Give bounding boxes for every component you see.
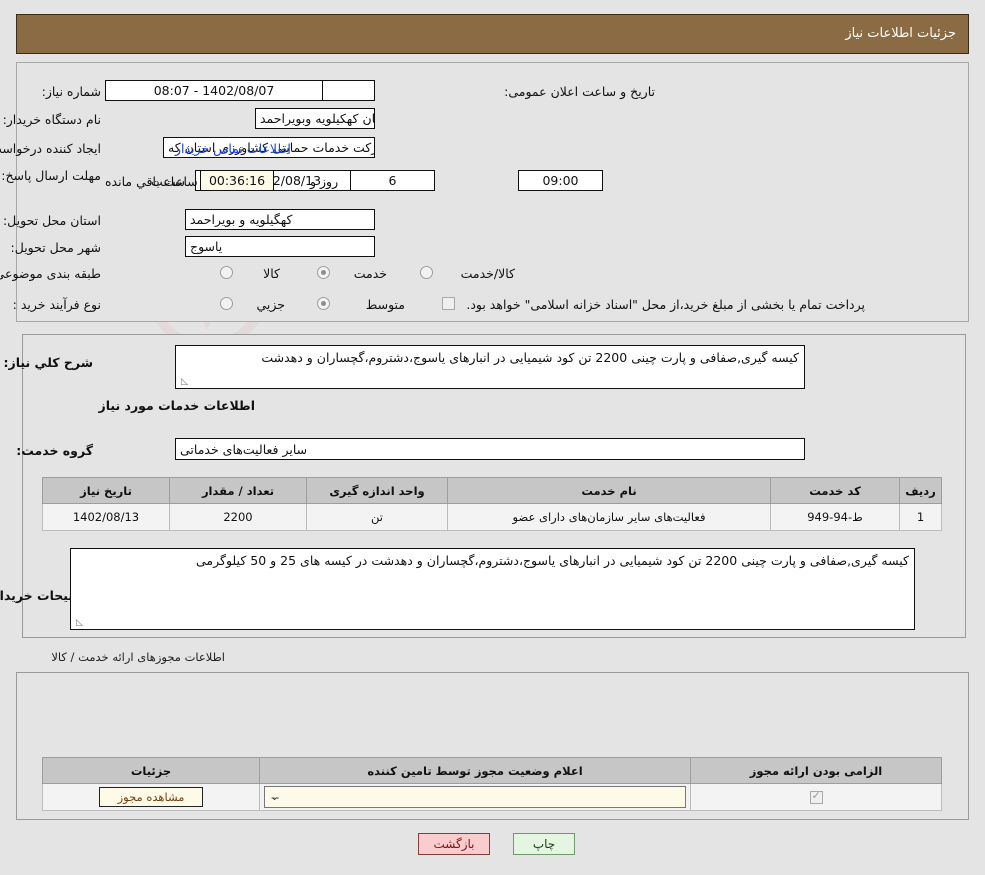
- page-title: جزئیات اطلاعات نیاز: [845, 26, 956, 41]
- cell-permit-details: مشاهده مجوز: [42, 783, 260, 811]
- cell-row: 1: [899, 503, 942, 531]
- col-permit-details: جزئیات: [42, 757, 260, 784]
- cell-qty: 2200: [169, 503, 307, 531]
- cell-permit-required: [690, 783, 942, 811]
- province-label: استان محل تحویل:: [2, 213, 101, 228]
- buyer-org-label: نام دستگاه خریدار:: [2, 112, 101, 127]
- service-group-value: سایر فعالیت‌های خدماتی: [175, 438, 805, 460]
- buyer-contact-link[interactable]: اطلاعات تماس خریدار: [175, 141, 291, 156]
- print-button[interactable]: چاپ: [513, 833, 575, 855]
- permit-required-checkbox: [809, 789, 823, 804]
- remaining-time-value: 00:36:16: [200, 170, 274, 191]
- permits-caption: اطلاعات مجوزهای ارائه خدمت / کالا: [51, 650, 225, 664]
- col-name: نام خدمت: [447, 477, 771, 504]
- col-permit-required: الزامی بودن ارائه مجوز: [690, 757, 942, 784]
- category-option-kala-label: کالا: [263, 266, 280, 281]
- general-description-text: کیسه گیری,صفافی و پارت چینی 2200 تن کود …: [261, 350, 799, 365]
- category-radio-kala[interactable]: [220, 266, 233, 279]
- deadline-time-value: 09:00: [518, 170, 603, 191]
- process-radio-jozi[interactable]: [220, 297, 233, 310]
- resize-grip-icon[interactable]: ◺: [178, 377, 188, 387]
- chevron-down-icon: ⌄: [270, 790, 280, 803]
- page-root: AriaTender.net جزئیات اطلاعات نیاز شماره…: [0, 0, 985, 875]
- col-permit-status: اعلام وضعیت مجوز توسط تامین کننده: [259, 757, 691, 784]
- col-row: ردیف: [899, 477, 942, 504]
- table-row: 1 ط-94-949 فعالیت‌های سایر سازمان‌های دا…: [42, 503, 942, 531]
- remaining-time-label: ساعت باقي مانده: [105, 174, 198, 189]
- deadline-label-line: مهلت ارسال پاسخ: تا تاریخ:: [0, 168, 101, 183]
- col-unit: واحد اندازه گیری: [306, 477, 448, 504]
- announce-datetime-value: 1402/08/07 - 08:07: [105, 80, 323, 101]
- buyer-notes-textarea[interactable]: کیسه گیری,صفافی و پارت چینی 2200 تن کود …: [70, 548, 915, 630]
- services-table: ردیف کد خدمت نام خدمت واحد اندازه گیری ت…: [42, 477, 942, 531]
- services-info-heading: اطلاعات خدمات مورد نیاز: [98, 398, 256, 413]
- table-row: ⌄ -- مشاهده مجوز: [42, 783, 942, 811]
- resize-grip-icon[interactable]: ◺: [73, 618, 83, 628]
- category-radio-kala-khedmat[interactable]: [420, 266, 433, 279]
- general-description-label: شرح کلي نیاز:: [3, 355, 93, 370]
- deadline-label: مهلت ارسال پاسخ: تا تاریخ:: [0, 168, 101, 183]
- services-table-header-row: ردیف کد خدمت نام خدمت واحد اندازه گیری ت…: [42, 477, 942, 504]
- category-label: طبقه بندی موضوعی:: [0, 266, 101, 281]
- announce-datetime-label: تاریخ و ساعت اعلان عمومی:: [504, 84, 655, 99]
- category-radio-khedmat[interactable]: [317, 266, 330, 279]
- service-group-label: گروه خدمت:: [16, 443, 93, 458]
- general-description-textarea[interactable]: کیسه گیری,صفافی و پارت چینی 2200 تن کود …: [175, 345, 805, 389]
- category-option-khedmat-label: خدمت: [353, 266, 387, 281]
- process-label: نوع فرآیند خرید :: [12, 297, 101, 312]
- cell-code: ط-94-949: [770, 503, 900, 531]
- city-label: شهر محل تحویل:: [10, 240, 101, 255]
- need-summary-panel: [16, 62, 969, 322]
- need-number-label: شماره نیاز:: [41, 84, 101, 99]
- treasury-docs-label: پرداخت تمام یا بخشی از مبلغ خرید،از محل …: [466, 297, 865, 312]
- buyer-notes-text: کیسه گیری,صفافی و پارت چینی 2200 تن کود …: [196, 553, 909, 568]
- city-value: یاسوج: [185, 236, 375, 257]
- permits-table-header-row: الزامی بودن ارائه مجوز اعلام وضعیت مجوز …: [42, 757, 942, 784]
- process-option-jozi-label: جزیي: [256, 297, 285, 312]
- cell-name: فعالیت‌های سایر سازمان‌های دارای عضو: [447, 503, 771, 531]
- cell-unit: تن: [306, 503, 448, 531]
- view-permit-button[interactable]: مشاهده مجوز: [98, 787, 204, 807]
- buyer-org-value: شرکت خدمات حمایتی کشاورزی استان کهکیلویه…: [255, 108, 375, 129]
- cell-permit-status: ⌄ --: [259, 783, 691, 811]
- remaining-days-value: 6: [350, 170, 435, 191]
- permits-table: الزامی بودن ارائه مجوز اعلام وضعیت مجوز …: [42, 757, 942, 811]
- col-qty: تعداد / مقدار: [169, 477, 307, 504]
- process-option-motevaset-label: متوسط: [365, 297, 405, 312]
- cell-date: 1402/08/13: [42, 503, 170, 531]
- back-button[interactable]: بازگشت: [418, 833, 490, 855]
- col-code: کد خدمت: [770, 477, 900, 504]
- province-value: کهگیلویه و بویراحمد: [185, 209, 375, 230]
- col-date: تاریخ نیاز: [42, 477, 170, 504]
- category-option-kala-khedmat-label: کالا/خدمت: [460, 266, 515, 281]
- treasury-docs-checkbox[interactable]: [442, 297, 455, 310]
- process-radio-motevaset[interactable]: [317, 297, 330, 310]
- requester-label: ایجاد کننده درخواست:: [0, 141, 101, 156]
- permit-status-select[interactable]: ⌄ --: [264, 786, 686, 808]
- days-and-label: روز و: [310, 174, 339, 189]
- page-header-bar: جزئیات اطلاعات نیاز: [16, 14, 969, 54]
